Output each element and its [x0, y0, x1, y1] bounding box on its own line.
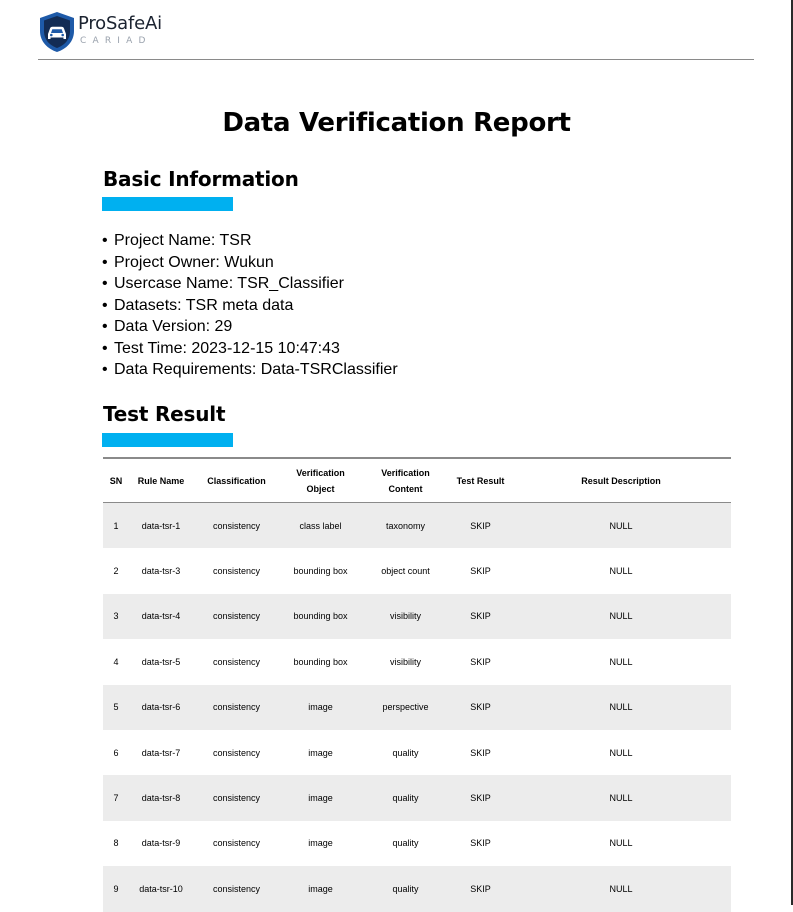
- cell-sn: 7: [103, 775, 129, 821]
- basic-info-heading: Basic Information: [103, 167, 299, 191]
- table-row: 6 data-tsr-7 consistency image quality SKIP NU…: [103, 730, 731, 775]
- cell-sn: 4: [113, 656, 119, 667]
- cell-verification-object: image: [308, 838, 333, 849]
- table-row: 8 data-tsr-9 consistency image quality SKIP NU…: [103, 821, 731, 866]
- table-row: 7 data-tsr-8 consistency image quality SKIP NU…: [103, 775, 731, 821]
- cell-verification-object: image: [308, 747, 333, 758]
- cell-sn: 8: [113, 838, 119, 849]
- cell-test-result: SKIP: [470, 656, 491, 667]
- table-row: 5 data-tsr-6 consistency image perspective SK…: [103, 684, 731, 730]
- cell-test-result: SKIP: [470, 566, 491, 577]
- result-table-container: SN Rule Name Classification Verification…: [103, 457, 731, 912]
- cell-result-description: NULL: [609, 656, 633, 667]
- cell-result-description: NULL: [511, 684, 731, 730]
- table-row: 3 data-tsr-4 consistency bounding box visibi…: [103, 593, 731, 640]
- col-header-result-description: Result Description: [511, 459, 731, 503]
- info-item-data-version: • Data Version: 29: [102, 318, 233, 335]
- basic-info-accent-bar: [102, 197, 233, 211]
- cell-result-description: NULL: [511, 775, 731, 821]
- shield-car-icon: [40, 12, 74, 52]
- basic-info-list: • Project Name: TSR • Project Owner: Wukun…: [102, 230, 398, 381]
- cell-verification-content: taxonomy: [361, 502, 450, 549]
- cell-verification-content: visibility: [361, 593, 450, 640]
- cell-classification: consistency: [212, 747, 261, 758]
- cell-test-result: SKIP: [450, 502, 511, 549]
- cell-rule-name: data-tsr-1: [129, 502, 193, 549]
- cell-test-result: SKIP: [450, 775, 511, 821]
- cell-rule-name: data-tsr-6: [129, 684, 193, 730]
- cell-verification-object: image: [280, 684, 361, 730]
- cell-classification: consistency: [212, 656, 261, 667]
- table-header-row: SN Rule Name Classification Verification…: [103, 459, 731, 503]
- test-result-heading: Test Result: [103, 402, 226, 426]
- cell-verification-content: quality: [392, 747, 419, 758]
- table-row: 2 data-tsr-3 consistency bounding box object…: [103, 548, 731, 593]
- cell-rule-name: data-tsr-7: [141, 747, 181, 758]
- cell-test-result: SKIP: [450, 593, 511, 640]
- cell-verification-object: image: [280, 775, 361, 821]
- col-header-verification-object: Verification Object: [280, 459, 361, 503]
- cell-rule-name: data-tsr-3: [141, 566, 181, 577]
- cell-verification-object: bounding box: [280, 593, 361, 640]
- cell-classification: consistency: [212, 838, 261, 849]
- cell-classification: consistency: [193, 502, 280, 549]
- cell-verification-content: perspective: [361, 684, 450, 730]
- info-item-data-requirements: • Data Requirements: Data-TSRClassifier: [102, 361, 398, 378]
- table-row: 4 data-tsr-5 consistency bounding box visibi…: [103, 639, 731, 684]
- brand-subtitle: CARIAD: [80, 36, 152, 46]
- info-item-test-time: • Test Time: 2023-12-15 10:47:43: [102, 339, 340, 357]
- info-item-usercase-name: • Usercase Name: TSR_Classifier: [102, 275, 344, 292]
- cell-result-description: NULL: [609, 838, 633, 849]
- header-divider: [38, 59, 754, 60]
- page-title: Data Verification Report: [222, 108, 571, 138]
- cell-verification-content: quality: [392, 838, 419, 849]
- cell-rule-name: data-tsr-9: [141, 838, 181, 849]
- cell-classification: consistency: [212, 566, 261, 577]
- cell-sn: 5: [103, 684, 129, 730]
- cell-classification: consistency: [193, 775, 280, 821]
- cell-classification: consistency: [193, 593, 280, 640]
- cell-verification-content: quality: [361, 775, 450, 821]
- cell-test-result: SKIP: [470, 747, 491, 758]
- cell-result-description: NULL: [609, 747, 633, 758]
- cell-result-description: NULL: [511, 593, 731, 640]
- cell-verification-content: object count: [381, 566, 430, 577]
- info-item-datasets: • Datasets: TSR meta data: [102, 296, 294, 314]
- cell-classification: consistency: [193, 684, 280, 730]
- cell-sn: 3: [103, 593, 129, 640]
- cell-test-result: SKIP: [470, 838, 491, 849]
- cell-rule-name: data-tsr-8: [129, 775, 193, 821]
- cell-sn: 2: [113, 566, 119, 577]
- col-header-sn: SN: [103, 459, 129, 503]
- cell-rule-name: data-tsr-4: [129, 593, 193, 640]
- info-item-project-name: • Project Name: TSR: [102, 232, 252, 249]
- cell-test-result: SKIP: [450, 684, 511, 730]
- info-item-project-owner: • Project Owner: Wukun: [102, 253, 274, 271]
- result-table-body: 1 data-tsr-1 consistency class label taxonom…: [103, 502, 731, 912]
- cell-rule-name: data-tsr-5: [141, 656, 181, 667]
- cell-verification-object: bounding box: [293, 656, 348, 667]
- cell-verification-object: class label: [280, 502, 361, 549]
- cell-verification-object: bounding box: [293, 566, 348, 577]
- col-header-verification-content: Verification Content: [361, 459, 450, 503]
- col-header-rule-name: Rule Name: [129, 459, 193, 503]
- test-result-accent-bar: [102, 433, 233, 447]
- table-row: 1 data-tsr-1 consistency class label taxonom…: [103, 502, 731, 549]
- cell-verification-content: visibility: [389, 656, 421, 667]
- result-table: SN Rule Name Classification Verification…: [103, 459, 731, 912]
- report-header: ProSafeAi CARIAD: [38, 10, 754, 54]
- cell-result-description: NULL: [609, 566, 633, 577]
- cell-sn: 1: [103, 502, 129, 549]
- col-header-test-result: Test Result: [450, 459, 511, 503]
- cell-result-description: NULL: [511, 502, 731, 549]
- col-header-classification: Classification: [193, 459, 280, 503]
- cell-sn: 6: [113, 747, 119, 758]
- brand-name: ProSafeAi: [78, 13, 162, 34]
